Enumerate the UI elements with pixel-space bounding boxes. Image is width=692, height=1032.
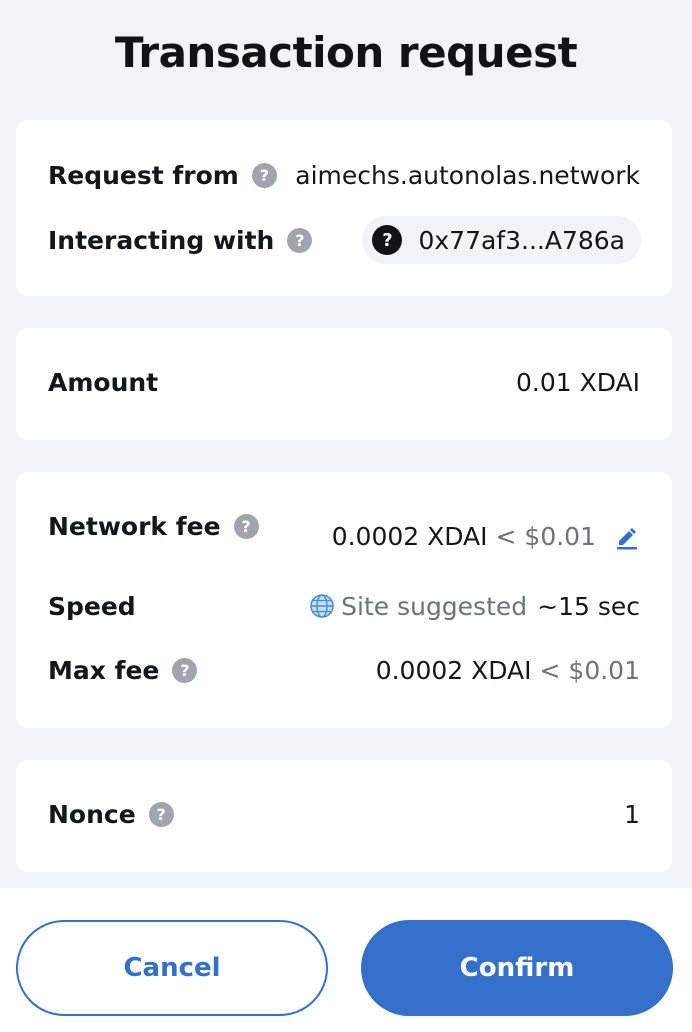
nonce-value: 1	[624, 799, 640, 829]
speed-label: Speed	[48, 591, 136, 621]
amount-value: 0.01 XDAI	[515, 367, 640, 397]
contract-address: 0x77af3...A786a	[418, 225, 625, 255]
fees-card: Network fee ? 0.0002 XDAI < $0.01 Speed	[16, 472, 672, 728]
network-fee-fiat: < $0.01	[495, 522, 596, 551]
nonce-row: Nonce ? 1	[48, 796, 640, 832]
amount-label: Amount	[48, 367, 159, 397]
request-from-row: Request from ? aimechs.autonolas.network	[48, 158, 640, 192]
contract-address-chip[interactable]: ? 0x77af3...A786a	[362, 216, 641, 264]
interacting-with-label: Interacting with	[48, 225, 275, 255]
network-fee-row: Network fee ? 0.0002 XDAI < $0.01	[48, 512, 640, 556]
max-fee-value: 0.0002 XDAI	[375, 655, 532, 685]
speed-row: Speed Site suggested ~15 sec	[48, 588, 640, 624]
help-icon[interactable]: ?	[233, 514, 259, 539]
help-icon[interactable]: ?	[287, 227, 313, 253]
amount-card: Amount 0.01 XDAI	[16, 328, 672, 440]
request-from-value: aimechs.autonolas.network	[295, 160, 640, 190]
max-fee-fiat: < $0.01	[539, 655, 640, 685]
action-footer: Cancel Confirm	[0, 888, 692, 1032]
origin-card: Request from ? aimechs.autonolas.network…	[16, 120, 672, 296]
network-fee-label: Network fee	[48, 512, 221, 541]
help-icon[interactable]: ?	[172, 657, 198, 683]
max-fee-label: Max fee	[48, 655, 160, 685]
interacting-with-row: Interacting with ? ? 0x77af3...A786a	[48, 216, 641, 264]
help-icon[interactable]: ?	[148, 801, 174, 827]
page-title: Transaction request	[114, 28, 578, 77]
max-fee-row: Max fee ? 0.0002 XDAI < $0.01	[48, 652, 640, 688]
request-from-label: Request from	[48, 160, 239, 190]
confirm-button[interactable]: Confirm	[361, 920, 673, 1016]
nonce-card: Nonce ? 1	[16, 760, 672, 872]
cancel-button[interactable]: Cancel	[16, 920, 328, 1016]
speed-value: Site suggested	[341, 591, 528, 621]
nonce-label: Nonce	[48, 799, 136, 829]
amount-row: Amount 0.01 XDAI	[48, 364, 640, 400]
globe-icon	[309, 593, 335, 619]
help-icon[interactable]: ?	[251, 162, 277, 188]
question-icon: ?	[372, 225, 403, 255]
speed-time: ~15 sec	[537, 591, 640, 621]
edit-icon[interactable]	[614, 524, 640, 550]
network-fee-value: 0.0002 XDAI	[331, 522, 488, 551]
